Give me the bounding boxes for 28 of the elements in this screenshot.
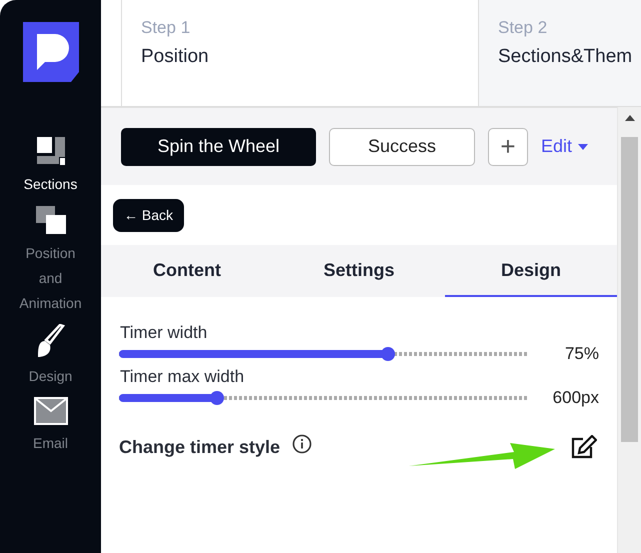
- scrollbar[interactable]: [617, 107, 641, 553]
- add-button[interactable]: +: [488, 128, 528, 166]
- sidebar-item[interactable]: Position and Animation: [0, 205, 101, 316]
- brush-icon: [36, 324, 66, 358]
- sidebar-item[interactable]: Email: [0, 397, 101, 456]
- scroll-up-icon[interactable]: [624, 115, 634, 121]
- timer-style-label: Change timer style: [119, 436, 280, 458]
- tab[interactable]: Content: [101, 245, 273, 297]
- edit-menu[interactable]: Edit: [541, 136, 588, 157]
- section-button[interactable]: Spin the Wheel: [121, 128, 316, 166]
- slider-value: 600px: [552, 388, 599, 408]
- slider[interactable]: [119, 347, 527, 361]
- section-button[interactable]: Success: [329, 128, 475, 166]
- back-button[interactable]: ← Back: [113, 198, 184, 232]
- tab[interactable]: Settings: [273, 245, 445, 297]
- envelope-icon: [34, 397, 68, 425]
- logo-icon: [22, 22, 78, 82]
- sidebar-item[interactable]: Design: [0, 324, 101, 389]
- step-tab[interactable]: Step 2 Sections&Them: [478, 0, 641, 106]
- info-icon[interactable]: [292, 434, 312, 454]
- slider-value: 75%: [564, 344, 599, 364]
- layout-icon: [36, 136, 66, 166]
- layers-icon: [34, 205, 66, 235]
- sidebar-item[interactable]: Sections: [0, 136, 101, 197]
- slider-label: Timer width: [120, 323, 208, 343]
- caret-icon: [578, 144, 588, 150]
- slider-label: Timer max width: [120, 367, 246, 387]
- edit-icon[interactable]: [571, 435, 597, 459]
